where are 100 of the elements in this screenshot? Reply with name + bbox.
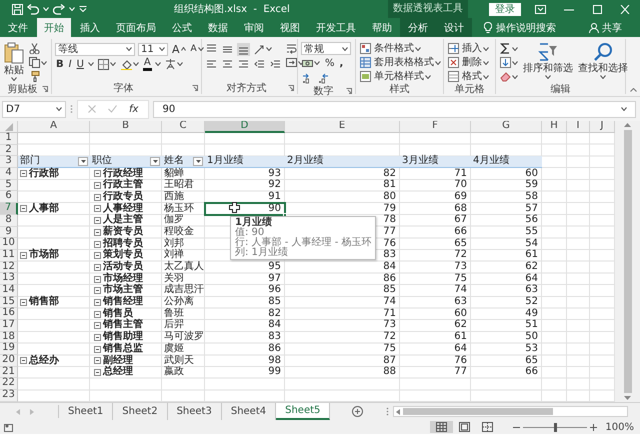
- ribbon-tab[interactable]: 分析: [400, 18, 436, 37]
- macro-record-icon[interactable]: [4, 422, 14, 432]
- caret-icon[interactable]: [11, 77, 17, 81]
- collapse-ribbon-icon[interactable]: [630, 88, 636, 92]
- column-header[interactable]: H: [542, 121, 567, 133]
- row-header[interactable]: 23: [0, 390, 18, 402]
- row-header[interactable]: 9: [0, 226, 18, 238]
- decrease-decimal-button[interactable]: [317, 72, 330, 84]
- row-header[interactable]: 17: [0, 320, 18, 332]
- collapse-icon[interactable]: [20, 357, 27, 364]
- caret-icon[interactable]: [545, 75, 551, 79]
- row-header[interactable]: 10: [0, 238, 18, 250]
- row-header[interactable]: 15: [0, 296, 18, 308]
- filter-button[interactable]: [150, 157, 160, 166]
- sheet-tab[interactable]: Sheet5: [276, 403, 330, 420]
- caret-icon[interactable]: [483, 46, 489, 50]
- row-header[interactable]: 11: [0, 250, 18, 262]
- collapse-icon[interactable]: [20, 252, 27, 260]
- collapse-icon[interactable]: [20, 298, 27, 306]
- fill-color-button[interactable]: [120, 58, 140, 70]
- caret-icon[interactable]: [483, 74, 489, 78]
- grow-font-button[interactable]: A: [171, 42, 187, 56]
- caret-icon[interactable]: [621, 107, 627, 111]
- scrollbar-thumb[interactable]: [624, 130, 632, 393]
- caret-icon[interactable]: [512, 74, 518, 78]
- underline-button[interactable]: U: [76, 58, 85, 70]
- caret-icon[interactable]: [425, 74, 431, 78]
- collapse-icon[interactable]: [94, 310, 101, 318]
- collapse-icon[interactable]: [94, 276, 101, 283]
- filter-button[interactable]: [193, 157, 203, 166]
- cell-menu-button[interactable]: 删除: [447, 56, 490, 69]
- collapse-icon[interactable]: [20, 170, 27, 178]
- row-header[interactable]: 14: [0, 284, 18, 297]
- scroll-down-icon[interactable]: [624, 396, 631, 400]
- align-right-button[interactable]: [237, 58, 250, 70]
- caret-icon[interactable]: [154, 62, 161, 66]
- borders-button[interactable]: [96, 58, 117, 70]
- column-header[interactable]: G: [471, 121, 542, 133]
- scroll-up-icon[interactable]: [624, 123, 631, 127]
- eraser-button[interactable]: [499, 70, 519, 83]
- italic-button[interactable]: I: [68, 58, 73, 70]
- font-size-field[interactable]: 11: [138, 42, 168, 56]
- bold-button[interactable]: B: [55, 58, 65, 70]
- column-header[interactable]: B: [90, 121, 162, 133]
- caret-icon[interactable]: [126, 47, 132, 51]
- collapse-icon[interactable]: [94, 240, 101, 248]
- collapse-icon[interactable]: [94, 252, 101, 260]
- formula-field[interactable]: 90: [153, 100, 636, 118]
- ribbon-tab[interactable]: 开发工具: [309, 18, 363, 37]
- ribbon-tab[interactable]: 插入: [73, 18, 107, 37]
- tell-me-search[interactable]: 操作说明搜索: [496, 20, 556, 34]
- redo-icon[interactable]: [53, 4, 65, 14]
- row-header[interactable]: 16: [0, 308, 18, 320]
- collapse-icon[interactable]: [94, 228, 101, 236]
- decrease-indent-button[interactable]: [253, 58, 266, 70]
- name-box[interactable]: D7: [2, 100, 66, 118]
- style-menu-button[interactable]: 套用表格格式: [359, 56, 442, 69]
- maximize-icon[interactable]: [592, 4, 602, 14]
- scrollbar-thumb[interactable]: [403, 408, 553, 416]
- caret-icon[interactable]: [176, 62, 183, 66]
- collapse-icon[interactable]: [94, 182, 101, 190]
- ribbon-tab[interactable]: 公式: [165, 18, 199, 37]
- align-center-button[interactable]: [221, 58, 234, 70]
- caret-icon[interactable]: [600, 75, 606, 79]
- filter-button[interactable]: [78, 157, 88, 166]
- column-header[interactable]: C: [162, 121, 205, 133]
- copy-button[interactable]: [28, 56, 48, 69]
- dialog-launcher-icon[interactable]: [42, 86, 48, 92]
- customize-icon[interactable]: [79, 6, 87, 12]
- ribbon-display-icon[interactable]: [535, 4, 546, 14]
- phonetic-button[interactable]: [164, 58, 184, 70]
- row-header[interactable]: 6: [0, 191, 18, 204]
- collapse-icon[interactable]: [20, 205, 27, 212]
- column-header[interactable]: I: [567, 121, 590, 133]
- ribbon-tab[interactable]: 文件: [1, 18, 35, 37]
- collapse-icon[interactable]: [94, 334, 101, 342]
- ribbon-tab[interactable]: 页面布局: [109, 18, 163, 37]
- font-name-field[interactable]: 等线: [55, 42, 135, 56]
- ribbon-tab[interactable]: 审阅: [237, 18, 271, 37]
- caret-icon[interactable]: [435, 60, 441, 64]
- bottom-align-button[interactable]: [237, 42, 250, 56]
- save-icon[interactable]: [12, 4, 23, 14]
- collapse-icon[interactable]: [94, 194, 101, 201]
- font-color-button[interactable]: A: [142, 58, 152, 70]
- sum-button[interactable]: [499, 42, 519, 55]
- collapse-icon[interactable]: [94, 170, 101, 178]
- row-header[interactable]: 21: [0, 366, 18, 378]
- sort-filter-button[interactable]: 排序和筛选: [522, 42, 574, 83]
- collapse-icon[interactable]: [94, 322, 101, 330]
- fill-down-button[interactable]: [499, 56, 519, 69]
- row-header[interactable]: 8: [0, 214, 18, 226]
- column-header[interactable]: F: [400, 121, 471, 133]
- ribbon-tab[interactable]: 开始: [37, 18, 71, 37]
- cell-menu-button[interactable]: 格式: [447, 70, 490, 83]
- collapse-icon[interactable]: [94, 298, 101, 306]
- column-header[interactable]: E: [285, 121, 400, 133]
- caret-icon[interactable]: [159, 47, 165, 51]
- undo-icon[interactable]: [27, 4, 39, 14]
- row-header[interactable]: 12: [0, 262, 18, 274]
- row-header[interactable]: 2: [0, 144, 18, 156]
